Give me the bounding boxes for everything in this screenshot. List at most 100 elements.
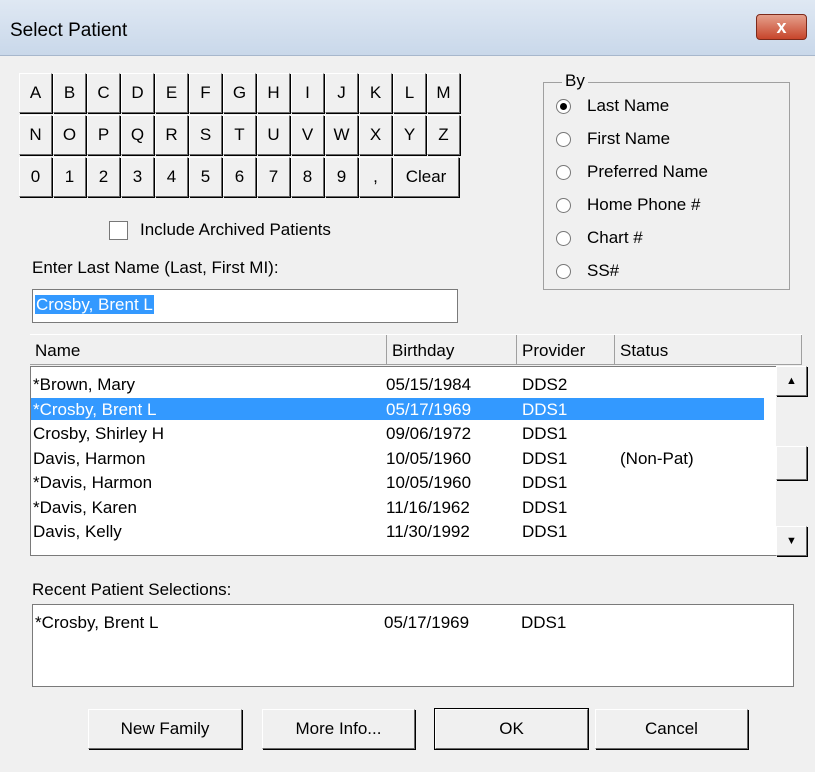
search-by-legend: By — [562, 71, 588, 91]
recent-row-birthday: 05/17/1969 — [384, 613, 470, 632]
keypad-key[interactable]: R — [155, 115, 188, 155]
keypad-key[interactable]: 6 — [223, 157, 256, 197]
cancel-button[interactable]: Cancel — [595, 709, 748, 749]
search-by-option-label: Preferred Name — [587, 162, 708, 181]
keypad-key[interactable]: U — [257, 115, 290, 155]
radio-button[interactable] — [556, 263, 571, 279]
ok-button[interactable]: OK — [434, 708, 589, 750]
keypad-key[interactable]: P — [87, 115, 120, 155]
keypad-key[interactable]: G — [223, 73, 256, 113]
keypad-key[interactable]: T — [223, 115, 256, 155]
search-label: Enter Last Name (Last, First MI): — [32, 258, 279, 277]
keypad-key[interactable]: 4 — [155, 157, 188, 197]
more-info-button[interactable]: More Info... — [262, 709, 415, 749]
radio-button[interactable] — [556, 131, 571, 147]
column-header-provider[interactable]: Provider — [517, 335, 615, 365]
search-by-option-label: Last Name — [587, 96, 670, 115]
close-button[interactable]: x — [756, 14, 807, 40]
keypad-key[interactable]: V — [291, 115, 324, 155]
patient-row-birthday: 05/17/1969 — [386, 399, 472, 419]
patient-row[interactable]: *Crosby, Brent L 05/17/1969 DDS1 — [31, 397, 764, 420]
patient-list-header: Name Birthday Provider Status — [30, 334, 802, 365]
patient-list-scrollbar[interactable]: ▲ ▼ — [776, 366, 807, 556]
keypad-key[interactable]: A — [19, 73, 52, 113]
keypad-key[interactable]: O — [53, 115, 86, 155]
clear-button[interactable]: Clear — [393, 157, 459, 197]
scroll-down-button[interactable]: ▼ — [776, 526, 807, 556]
patient-row[interactable]: Crosby, Shirley H 09/06/1972 DDS1 — [31, 422, 764, 444]
patient-row-name: *Davis, Karen — [33, 497, 137, 517]
keypad-key[interactable]: J — [325, 73, 358, 113]
keypad-key[interactable]: W — [325, 115, 358, 155]
patient-row-name: *Crosby, Brent L — [33, 399, 157, 419]
recent-selections-label: Recent Patient Selections: — [32, 580, 232, 599]
radio-button[interactable] — [556, 164, 571, 180]
keypad-key[interactable]: 1 — [53, 157, 86, 197]
new-family-button[interactable]: New Family — [88, 709, 242, 749]
search-by-option-label: SS# — [587, 261, 620, 280]
patient-row[interactable]: Davis, Kelly 11/30/1992 DDS1 — [31, 520, 764, 542]
scroll-up-icon: ▲ — [786, 375, 797, 387]
column-header-name[interactable]: Name — [30, 335, 387, 365]
keypad-row: NOPQRSTUVWXYZ — [19, 115, 461, 155]
keypad-key[interactable]: Y — [393, 115, 426, 155]
patient-list[interactable]: *Brown, Mary 05/15/1984 DDS2 *Crosby, Brent… — [30, 366, 806, 556]
keypad-key[interactable]: S — [189, 115, 222, 155]
radio-button[interactable] — [556, 197, 571, 213]
keypad-row: 0 1 2 3 4 5 6 7 8 9, Clear — [19, 157, 461, 197]
search-by-option[interactable]: Preferred Name — [556, 162, 708, 182]
keypad-key[interactable]: K — [359, 73, 392, 113]
scroll-up-button[interactable]: ▲ — [776, 366, 807, 396]
keypad-key[interactable]: 9 — [325, 157, 358, 197]
keypad-key[interactable]: 3 — [121, 157, 154, 197]
keypad-key[interactable]: 5 — [189, 157, 222, 197]
keypad-key[interactable]: L — [393, 73, 426, 113]
include-archived-row[interactable]: Include Archived Patients — [109, 220, 331, 240]
keypad-key[interactable]: I — [291, 73, 324, 113]
patient-row-provider: DDS1 — [522, 497, 568, 517]
keypad-key[interactable]: E — [155, 73, 188, 113]
patient-row-provider: DDS1 — [522, 448, 568, 468]
keypad-key[interactable]: 8 — [291, 157, 324, 197]
search-by-option-label: Chart # — [587, 228, 643, 247]
search-by-option[interactable]: Chart # — [556, 228, 643, 248]
search-by-option[interactable]: First Name — [556, 129, 670, 149]
patient-row[interactable]: *Brown, Mary 05/15/1984 DDS2 — [31, 373, 764, 395]
scroll-thumb[interactable] — [776, 446, 807, 480]
patient-row-birthday: 11/16/1962 — [386, 497, 470, 517]
include-archived-checkbox[interactable] — [109, 220, 128, 240]
search-by-option[interactable]: Home Phone # — [556, 195, 700, 215]
patient-row[interactable]: *Davis, Harmon 10/05/1960 DDS1 — [31, 471, 764, 493]
keypad-key[interactable]: 0 — [19, 157, 52, 197]
keypad-key[interactable]: H — [257, 73, 290, 113]
patient-row-birthday: 11/30/1992 — [386, 522, 470, 541]
keypad-key[interactable]: F — [189, 73, 222, 113]
keypad-key[interactable]: N — [19, 115, 52, 155]
patient-row[interactable]: *Davis, Karen 11/16/1962 DDS1 — [31, 496, 764, 518]
patient-row-name: Davis, Harmon — [33, 448, 146, 468]
search-by-option[interactable]: Last Name — [556, 96, 669, 116]
patient-row-birthday: 10/05/1960 — [386, 473, 472, 492]
column-header-status[interactable]: Status — [615, 335, 802, 365]
column-header-birthday[interactable]: Birthday — [387, 335, 517, 365]
radio-button[interactable] — [556, 98, 571, 114]
patient-row-provider: DDS1 — [522, 473, 568, 492]
keypad-key[interactable]: X — [359, 115, 392, 155]
radio-button[interactable] — [556, 230, 571, 246]
patient-row-name: *Brown, Mary — [33, 375, 136, 394]
recent-selections-list[interactable]: *Crosby, Brent L 05/17/1969 DDS1 — [32, 604, 794, 687]
keypad-key[interactable]: M — [427, 73, 460, 113]
keypad-key[interactable]: Z — [427, 115, 460, 155]
keypad-key[interactable]: , — [359, 157, 392, 197]
keypad-key[interactable]: C — [87, 73, 120, 113]
patient-row[interactable]: Davis, Harmon 10/05/1960 DDS1 (Non-Pat) — [31, 447, 764, 469]
keypad-key[interactable]: B — [53, 73, 86, 113]
keypad-key[interactable]: 2 — [87, 157, 120, 197]
keypad-key[interactable]: Q — [121, 115, 154, 155]
keypad-key[interactable]: D — [121, 73, 154, 113]
patient-search-input[interactable]: Crosby, Brent L — [32, 289, 458, 323]
keypad-key[interactable]: 7 — [257, 157, 290, 197]
search-by-option[interactable]: SS# — [556, 261, 619, 281]
patient-row-provider: DDS1 — [522, 424, 568, 443]
patient-row-birthday: 05/15/1984 — [386, 375, 472, 394]
